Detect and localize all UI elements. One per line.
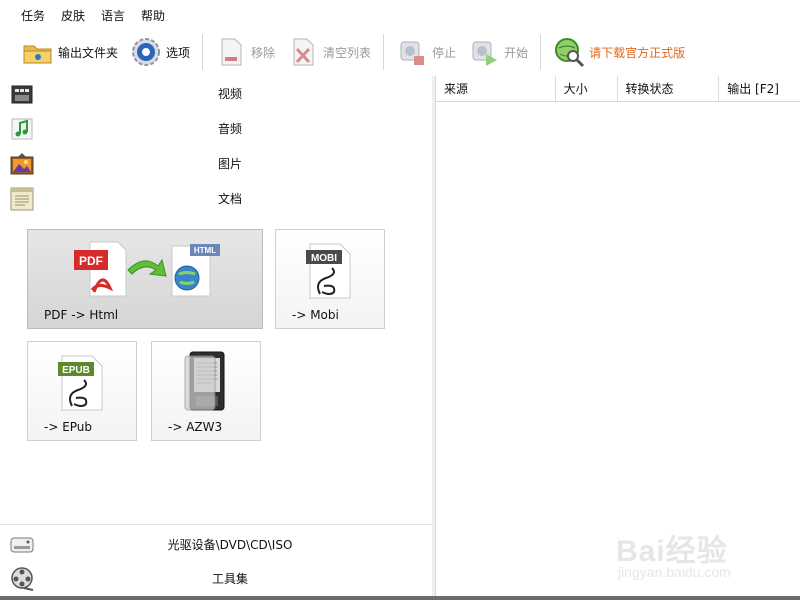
toolbar: 输出文件夹 选项 移除 清空列表 停止 开始 请下载官方正式版: [0, 30, 800, 74]
column-source[interactable]: 来源: [436, 76, 556, 101]
stop-icon: [396, 36, 428, 68]
html-badge-text: HTML: [194, 246, 216, 255]
category-audio[interactable]: 音频: [0, 111, 432, 146]
toolbar-separator: [202, 34, 204, 70]
column-status[interactable]: 转换状态: [618, 76, 720, 101]
menu-task[interactable]: 任务: [14, 5, 52, 26]
epub-badge-text: EPUB: [62, 365, 90, 376]
folder-icon: [22, 36, 54, 68]
category-image[interactable]: 图片: [0, 146, 432, 181]
remove-button[interactable]: 移除: [209, 32, 281, 72]
baidu-jingyan-watermark: Bai经验 jingyan.baidu.com: [610, 518, 780, 588]
pdf-to-html-icon: PDF HTML: [72, 240, 222, 301]
menu-skin[interactable]: 皮肤: [54, 5, 92, 26]
start-button[interactable]: 开始: [462, 32, 534, 72]
tile-to-mobi[interactable]: MOBI -> Mobi: [275, 229, 385, 329]
pdf-badge-text: PDF: [79, 254, 103, 268]
clear-list-icon: [287, 36, 319, 68]
stop-button[interactable]: 停止: [390, 32, 462, 72]
tile-to-epub[interactable]: EPUB -> EPub: [27, 341, 137, 441]
column-size[interactable]: 大小: [556, 76, 618, 101]
globe-search-icon: [553, 36, 585, 68]
options-button[interactable]: 选项: [124, 32, 196, 72]
output-folder-button[interactable]: 输出文件夹: [16, 32, 124, 72]
category-video[interactable]: 视频: [0, 76, 432, 111]
mobi-badge-text: MOBI: [311, 253, 337, 264]
gear-icon: [130, 36, 162, 68]
file-list-header: 来源 大小 转换状态 输出 [F2]: [436, 76, 800, 102]
divider: [0, 524, 432, 525]
tile-to-azw3[interactable]: -> AZW3: [151, 341, 261, 441]
toolbar-separator: [540, 34, 542, 70]
start-icon: [468, 36, 500, 68]
window-bottom-edge: [0, 596, 800, 600]
category-document[interactable]: 文档: [0, 181, 432, 216]
left-pane: 视频 音频 图片 文档 PDF HTML PDF -> Html MOBI ->…: [0, 76, 432, 596]
toolbar-separator: [383, 34, 385, 70]
category-optical-devices[interactable]: 光驱设备\DVD\CD\ISO: [0, 527, 432, 561]
menu-bar: 任务 皮肤 语言 帮助: [0, 0, 800, 30]
ereader-device-icon: [182, 350, 232, 415]
epub-file-icon: EPUB: [56, 354, 106, 415]
remove-file-icon: [215, 36, 247, 68]
column-output[interactable]: 输出 [F2]: [719, 76, 800, 101]
download-official-button[interactable]: 请下载官方正式版: [547, 32, 691, 72]
menu-language[interactable]: 语言: [94, 5, 132, 26]
mobi-file-icon: MOBI: [304, 242, 354, 303]
clear-list-button[interactable]: 清空列表: [281, 32, 377, 72]
menu-help[interactable]: 帮助: [134, 5, 172, 26]
watermark-url: jingyan.baidu.com: [618, 564, 731, 580]
category-toolset[interactable]: 工具集: [0, 561, 432, 595]
tile-pdf-to-html[interactable]: PDF HTML PDF -> Html: [27, 229, 263, 329]
